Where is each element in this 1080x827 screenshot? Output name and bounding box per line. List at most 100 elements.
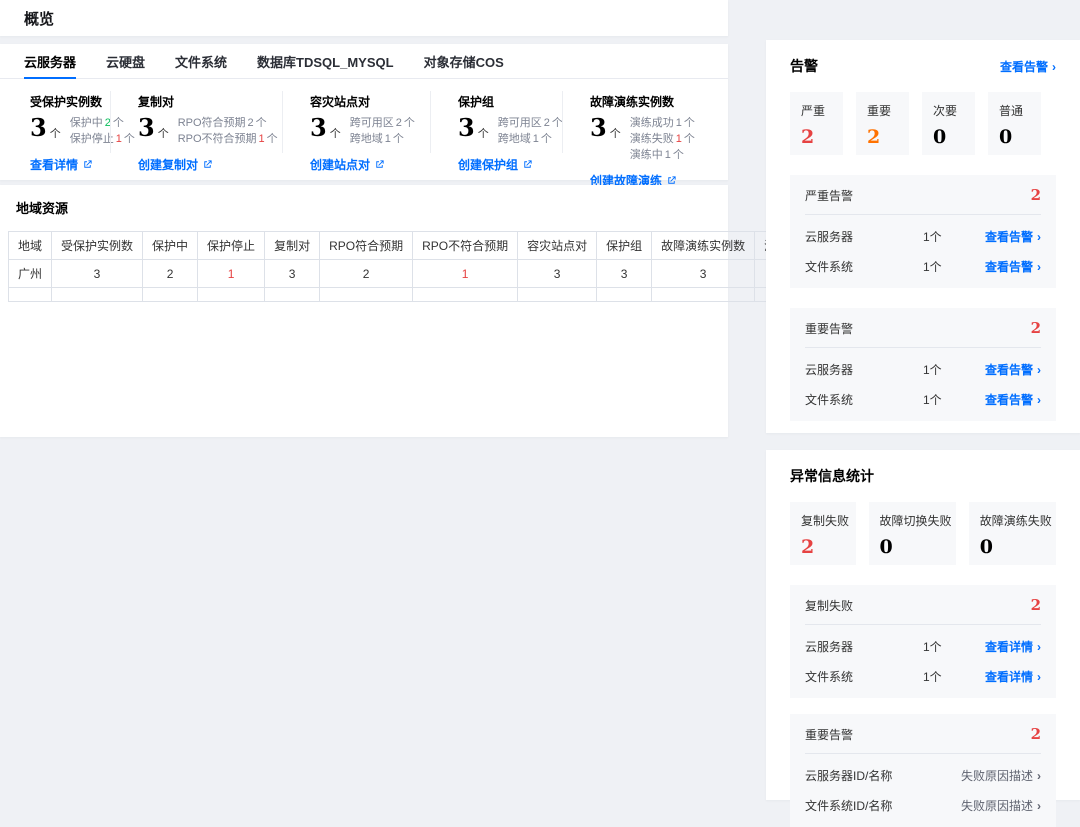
view-alerts-link[interactable]: 查看告警 [985,391,1041,408]
alert-severity-card-minor: 次要 0 [922,92,975,155]
external-link-icon [374,159,385,170]
view-details-link[interactable]: 查看详情 [985,638,1041,655]
create-site-pair-link[interactable]: 创建站点对 [310,156,430,173]
table-header-cell: 保护停止 [198,232,265,260]
alert-severity-card-major: 重要 2 [856,92,909,155]
stat-subline: RPO符合预期2个 [178,117,267,129]
alert-row: 文件系统 1个 查看告警 [805,391,1041,408]
external-link-icon [82,159,93,170]
section-title: 复制失败 [805,597,853,614]
table-cell: 3 [265,260,320,288]
stat-dr-site-pairs: 容灾站点对 3 个 跨可用区2个 跨地域1个 创建站点对 [282,87,430,179]
stat-subline: 跨地域1个 [498,133,552,145]
view-alerts-link[interactable]: 查看告警 [985,361,1041,378]
stat-subline: 演练成功1个 [630,117,695,129]
fail-reason-link[interactable]: 失败原因描述 [961,767,1041,784]
overview-card: 云服务器 云硬盘 文件系统 数据库TDSQL_MYSQL 对象存储COS 受保护… [0,44,728,180]
stat-subline: 演练中1个 [630,149,684,161]
page-header: 概览 [0,0,728,36]
abnormal-row: 文件系统ID/名称 失败原因描述 [805,797,1041,814]
tab-tdsql-mysql[interactable]: 数据库TDSQL_MYSQL [257,44,394,78]
view-alerts-link[interactable]: 查看告警 [1000,58,1056,75]
stat-title: 受保护实例数 [30,93,110,110]
table-cell: 3 [652,260,755,288]
stat-title: 保护组 [458,93,562,110]
external-link-icon [522,159,533,170]
table-cell: 3 [518,260,597,288]
tab-cos[interactable]: 对象存储COS [424,44,504,78]
section-count: 2 [1031,725,1041,743]
alert-severity-card-normal: 普通 0 [988,92,1041,155]
alerts-panel: 告警 查看告警 严重 2 重要 2 次要 0 普通 0 严重告警 2 云服务器 … [766,40,1080,433]
table-cell: 3 [52,260,143,288]
stat-unit: 个 [330,125,341,141]
alert-row: 云服务器 1个 查看告警 [805,361,1041,378]
abnormal-stats-panel: 异常信息统计 复制失败 2 故障切换失败 0 故障演练失败 0 复制失败 2 云… [766,450,1080,800]
stat-unit: 个 [478,125,489,141]
stat-replication-pairs: 复制对 3 个 RPO符合预期2个 RPO不符合预期1个 创建复制对 [110,87,282,179]
product-tabs: 云服务器 云硬盘 文件系统 数据库TDSQL_MYSQL 对象存储COS [0,44,728,79]
region-resources-card: 地域资源 地域 受保护实例数 保护中 保护停止 复制对 RPO符合预期 RPO不… [0,185,728,437]
stat-unit: 个 [158,125,169,141]
external-link-icon [202,159,213,170]
stat-protection-groups: 保护组 3 个 跨可用区2个 跨地域1个 创建保护组 [430,87,562,179]
fail-reason-link[interactable]: 失败原因描述 [961,797,1041,814]
view-details-link[interactable]: 查看详情 [985,668,1041,685]
tab-cloud-server[interactable]: 云服务器 [24,44,76,78]
section-count: 2 [1031,186,1041,204]
table-cell: 1 [198,260,265,288]
divider [805,624,1041,625]
divider [805,347,1041,348]
alert-row: 云服务器 1个 查看告警 [805,228,1041,245]
divider [805,214,1041,215]
section-count: 2 [1031,319,1041,337]
major-alerts-section: 重要告警 2 云服务器 1个 查看告警 文件系统 1个 查看告警 [790,308,1056,421]
stat-drill-instances: 故障演练实例数 3 个 演练成功1个 演练失败1个 演练中1个 创建故障演练 [562,87,728,179]
stat-subline: 跨可用区2个 [350,117,415,129]
view-details-link[interactable]: 查看详情 [30,156,110,173]
stat-value: 3 [310,115,327,141]
table-header-cell: RPO符合预期 [320,232,413,260]
failover-failed-card: 故障切换失败 0 [869,502,956,565]
major-alerts-detail-section: 重要告警 2 云服务器ID/名称 失败原因描述 文件系统ID/名称 失败原因描述 [790,714,1056,827]
table-cell: 2 [320,260,413,288]
abnormal-row: 云服务器ID/名称 失败原因描述 [805,767,1041,784]
stat-value: 3 [30,115,47,141]
table-header-cell: 故障演练实例数 [652,232,755,260]
create-replication-pair-link[interactable]: 创建复制对 [138,156,282,173]
section-count: 2 [1031,596,1041,614]
section-title: 严重告警 [805,187,853,204]
abnormal-row: 文件系统 1个 查看详情 [805,668,1041,685]
stat-subline: 跨地域1个 [350,133,404,145]
region-resources-title: 地域资源 [16,198,728,217]
replication-failed-card: 复制失败 2 [790,502,856,565]
critical-alerts-section: 严重告警 2 云服务器 1个 查看告警 文件系统 1个 查看告警 [790,175,1056,288]
alert-severity-summary: 严重 2 重要 2 次要 0 普通 0 [790,92,1056,155]
stat-value: 3 [590,115,607,141]
table-cell: 3 [597,260,652,288]
stat-title: 故障演练实例数 [590,93,728,110]
view-alerts-link[interactable]: 查看告警 [985,228,1041,245]
tab-cloud-disk[interactable]: 云硬盘 [106,44,145,78]
table-header-cell: 地域 [9,232,52,260]
stat-value: 3 [458,115,475,141]
table-cell: 广州 [9,260,52,288]
page-title: 概览 [24,8,54,29]
stat-unit: 个 [50,125,61,141]
tab-file-system[interactable]: 文件系统 [175,44,227,78]
table-header-cell: 容灾站点对 [518,232,597,260]
table-header-cell: 复制对 [265,232,320,260]
abnormal-panel-title: 异常信息统计 [790,466,874,486]
stat-title: 复制对 [138,93,282,110]
stat-value: 3 [138,115,155,141]
replication-failed-section: 复制失败 2 云服务器 1个 查看详情 文件系统 1个 查看详情 [790,585,1056,698]
create-protection-group-link[interactable]: 创建保护组 [458,156,562,173]
table-header-cell: RPO不符合预期 [413,232,518,260]
stat-subline: RPO不符合预期1个 [178,133,278,145]
table-header-cell: 保护中 [143,232,198,260]
table-header-cell: 保护组 [597,232,652,260]
stat-subline: 演练失败1个 [630,133,695,145]
stat-unit: 个 [610,125,621,141]
view-alerts-link[interactable]: 查看告警 [985,258,1041,275]
divider [805,753,1041,754]
